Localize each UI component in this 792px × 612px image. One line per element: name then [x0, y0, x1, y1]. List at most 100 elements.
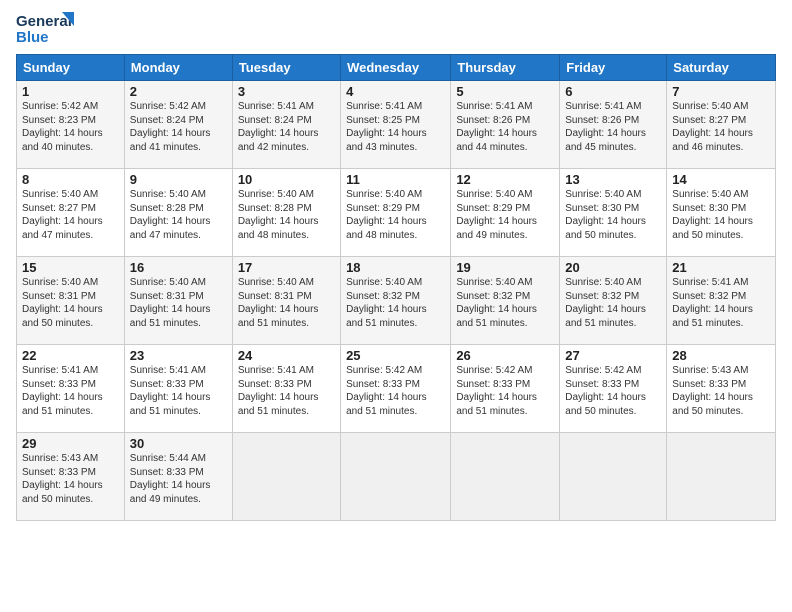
day-number: 20 — [565, 260, 661, 275]
cell-info: Sunrise: 5:40 AM Sunset: 8:29 PM Dayligh… — [346, 188, 445, 242]
calendar-week-row: 15Sunrise: 5:40 AM Sunset: 8:31 PM Dayli… — [17, 257, 776, 345]
cell-info: Sunrise: 5:40 AM Sunset: 8:28 PM Dayligh… — [130, 188, 227, 242]
cell-info: Sunrise: 5:40 AM Sunset: 8:31 PM Dayligh… — [22, 276, 119, 330]
cell-info: Sunrise: 5:42 AM Sunset: 8:23 PM Dayligh… — [22, 100, 119, 154]
day-number: 29 — [22, 436, 119, 451]
calendar-week-row: 22Sunrise: 5:41 AM Sunset: 8:33 PM Dayli… — [17, 345, 776, 433]
cell-info: Sunrise: 5:41 AM Sunset: 8:25 PM Dayligh… — [346, 100, 445, 154]
cell-info: Sunrise: 5:40 AM Sunset: 8:29 PM Dayligh… — [456, 188, 554, 242]
day-number: 16 — [130, 260, 227, 275]
day-number: 3 — [238, 84, 335, 99]
cell-info: Sunrise: 5:41 AM Sunset: 8:24 PM Dayligh… — [238, 100, 335, 154]
svg-text:General: General — [16, 13, 72, 30]
calendar-day-header: Tuesday — [232, 55, 340, 81]
cell-info: Sunrise: 5:42 AM Sunset: 8:24 PM Dayligh… — [130, 100, 227, 154]
cell-info: Sunrise: 5:40 AM Sunset: 8:27 PM Dayligh… — [672, 100, 770, 154]
calendar-day-header: Wednesday — [341, 55, 451, 81]
calendar-cell: 11Sunrise: 5:40 AM Sunset: 8:29 PM Dayli… — [341, 169, 451, 257]
cell-info: Sunrise: 5:41 AM Sunset: 8:32 PM Dayligh… — [672, 276, 770, 330]
day-number: 28 — [672, 348, 770, 363]
day-number: 6 — [565, 84, 661, 99]
day-number: 1 — [22, 84, 119, 99]
day-number: 24 — [238, 348, 335, 363]
calendar-day-header: Saturday — [667, 55, 776, 81]
cell-info: Sunrise: 5:40 AM Sunset: 8:31 PM Dayligh… — [238, 276, 335, 330]
calendar-cell: 28Sunrise: 5:43 AM Sunset: 8:33 PM Dayli… — [667, 345, 776, 433]
cell-info: Sunrise: 5:40 AM Sunset: 8:30 PM Dayligh… — [565, 188, 661, 242]
calendar-cell: 15Sunrise: 5:40 AM Sunset: 8:31 PM Dayli… — [17, 257, 125, 345]
calendar-cell: 6Sunrise: 5:41 AM Sunset: 8:26 PM Daylig… — [560, 81, 667, 169]
calendar-table: SundayMondayTuesdayWednesdayThursdayFrid… — [16, 54, 776, 521]
calendar-cell: 13Sunrise: 5:40 AM Sunset: 8:30 PM Dayli… — [560, 169, 667, 257]
day-number: 7 — [672, 84, 770, 99]
calendar-cell: 14Sunrise: 5:40 AM Sunset: 8:30 PM Dayli… — [667, 169, 776, 257]
calendar-week-row: 8Sunrise: 5:40 AM Sunset: 8:27 PM Daylig… — [17, 169, 776, 257]
day-number: 8 — [22, 172, 119, 187]
page: GeneralBlue SundayMondayTuesdayWednesday… — [0, 0, 792, 612]
calendar-cell: 21Sunrise: 5:41 AM Sunset: 8:32 PM Dayli… — [667, 257, 776, 345]
day-number: 5 — [456, 84, 554, 99]
cell-info: Sunrise: 5:43 AM Sunset: 8:33 PM Dayligh… — [22, 452, 119, 506]
cell-info: Sunrise: 5:40 AM Sunset: 8:32 PM Dayligh… — [565, 276, 661, 330]
calendar-cell: 16Sunrise: 5:40 AM Sunset: 8:31 PM Dayli… — [124, 257, 232, 345]
calendar-day-header: Sunday — [17, 55, 125, 81]
day-number: 19 — [456, 260, 554, 275]
calendar-cell: 25Sunrise: 5:42 AM Sunset: 8:33 PM Dayli… — [341, 345, 451, 433]
cell-info: Sunrise: 5:44 AM Sunset: 8:33 PM Dayligh… — [130, 452, 227, 506]
day-number: 4 — [346, 84, 445, 99]
calendar-cell: 12Sunrise: 5:40 AM Sunset: 8:29 PM Dayli… — [451, 169, 560, 257]
svg-text:Blue: Blue — [16, 29, 49, 46]
day-number: 23 — [130, 348, 227, 363]
calendar-week-row: 29Sunrise: 5:43 AM Sunset: 8:33 PM Dayli… — [17, 433, 776, 521]
day-number: 11 — [346, 172, 445, 187]
day-number: 13 — [565, 172, 661, 187]
cell-info: Sunrise: 5:40 AM Sunset: 8:30 PM Dayligh… — [672, 188, 770, 242]
calendar-cell: 30Sunrise: 5:44 AM Sunset: 8:33 PM Dayli… — [124, 433, 232, 521]
day-number: 2 — [130, 84, 227, 99]
calendar-cell — [667, 433, 776, 521]
calendar-cell: 29Sunrise: 5:43 AM Sunset: 8:33 PM Dayli… — [17, 433, 125, 521]
day-number: 9 — [130, 172, 227, 187]
cell-info: Sunrise: 5:42 AM Sunset: 8:33 PM Dayligh… — [565, 364, 661, 418]
calendar-cell: 17Sunrise: 5:40 AM Sunset: 8:31 PM Dayli… — [232, 257, 340, 345]
header: GeneralBlue — [16, 10, 776, 48]
cell-info: Sunrise: 5:41 AM Sunset: 8:26 PM Dayligh… — [565, 100, 661, 154]
cell-info: Sunrise: 5:40 AM Sunset: 8:32 PM Dayligh… — [456, 276, 554, 330]
day-number: 26 — [456, 348, 554, 363]
calendar-cell: 24Sunrise: 5:41 AM Sunset: 8:33 PM Dayli… — [232, 345, 340, 433]
cell-info: Sunrise: 5:40 AM Sunset: 8:27 PM Dayligh… — [22, 188, 119, 242]
calendar-cell: 9Sunrise: 5:40 AM Sunset: 8:28 PM Daylig… — [124, 169, 232, 257]
cell-info: Sunrise: 5:43 AM Sunset: 8:33 PM Dayligh… — [672, 364, 770, 418]
cell-info: Sunrise: 5:42 AM Sunset: 8:33 PM Dayligh… — [346, 364, 445, 418]
calendar-cell: 5Sunrise: 5:41 AM Sunset: 8:26 PM Daylig… — [451, 81, 560, 169]
calendar-cell: 8Sunrise: 5:40 AM Sunset: 8:27 PM Daylig… — [17, 169, 125, 257]
day-number: 14 — [672, 172, 770, 187]
calendar-cell: 26Sunrise: 5:42 AM Sunset: 8:33 PM Dayli… — [451, 345, 560, 433]
day-number: 12 — [456, 172, 554, 187]
logo-svg: GeneralBlue — [16, 10, 76, 48]
calendar-header-row: SundayMondayTuesdayWednesdayThursdayFrid… — [17, 55, 776, 81]
calendar-day-header: Friday — [560, 55, 667, 81]
calendar-cell: 4Sunrise: 5:41 AM Sunset: 8:25 PM Daylig… — [341, 81, 451, 169]
calendar-cell: 10Sunrise: 5:40 AM Sunset: 8:28 PM Dayli… — [232, 169, 340, 257]
day-number: 25 — [346, 348, 445, 363]
calendar-cell — [232, 433, 340, 521]
calendar-cell: 22Sunrise: 5:41 AM Sunset: 8:33 PM Dayli… — [17, 345, 125, 433]
cell-info: Sunrise: 5:41 AM Sunset: 8:33 PM Dayligh… — [238, 364, 335, 418]
cell-info: Sunrise: 5:41 AM Sunset: 8:33 PM Dayligh… — [22, 364, 119, 418]
calendar-week-row: 1Sunrise: 5:42 AM Sunset: 8:23 PM Daylig… — [17, 81, 776, 169]
calendar-cell: 20Sunrise: 5:40 AM Sunset: 8:32 PM Dayli… — [560, 257, 667, 345]
logo: GeneralBlue — [16, 10, 76, 48]
calendar-cell: 7Sunrise: 5:40 AM Sunset: 8:27 PM Daylig… — [667, 81, 776, 169]
calendar-cell: 23Sunrise: 5:41 AM Sunset: 8:33 PM Dayli… — [124, 345, 232, 433]
cell-info: Sunrise: 5:40 AM Sunset: 8:31 PM Dayligh… — [130, 276, 227, 330]
day-number: 15 — [22, 260, 119, 275]
calendar-cell: 18Sunrise: 5:40 AM Sunset: 8:32 PM Dayli… — [341, 257, 451, 345]
calendar-cell — [560, 433, 667, 521]
calendar-cell — [451, 433, 560, 521]
calendar-day-header: Monday — [124, 55, 232, 81]
calendar-cell: 27Sunrise: 5:42 AM Sunset: 8:33 PM Dayli… — [560, 345, 667, 433]
day-number: 30 — [130, 436, 227, 451]
cell-info: Sunrise: 5:42 AM Sunset: 8:33 PM Dayligh… — [456, 364, 554, 418]
day-number: 18 — [346, 260, 445, 275]
